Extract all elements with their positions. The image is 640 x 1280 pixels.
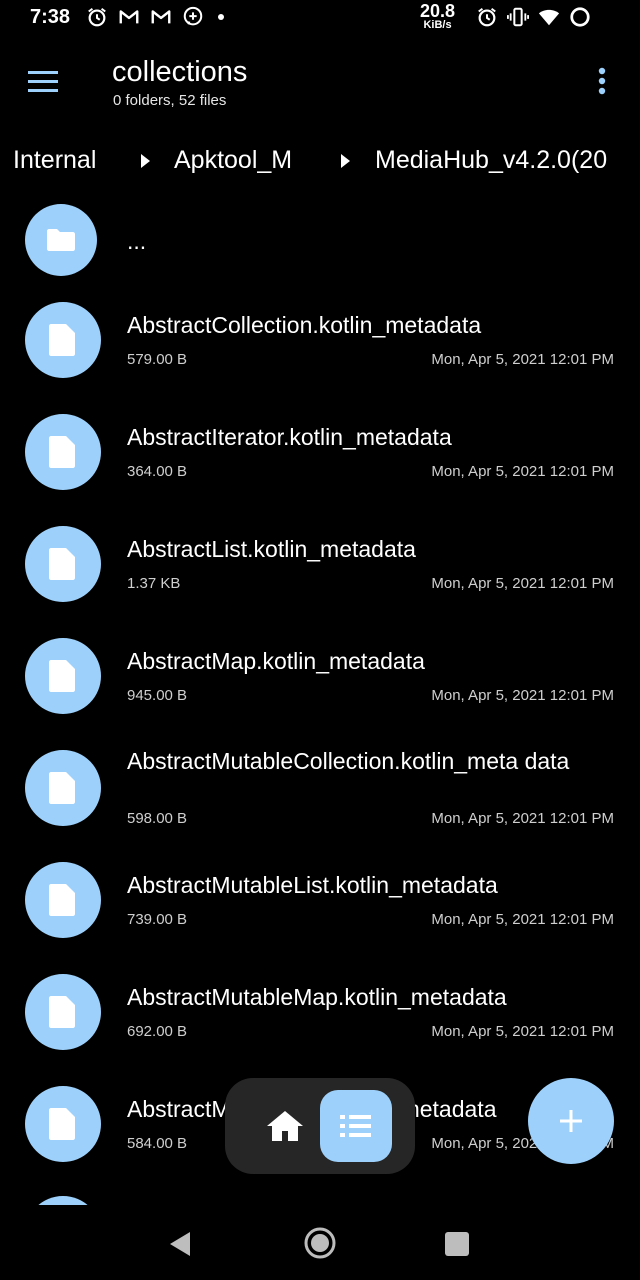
folder-icon (47, 229, 75, 251)
list-item[interactable]: AbstractMap.kotlin_metadata 945.00 B Mon… (0, 636, 640, 736)
bottom-nav-pill (225, 1078, 415, 1174)
breadcrumb-apktool[interactable]: Apktool_M (174, 146, 292, 175)
file-name: AbstractCollection.kotlin_metadata (127, 312, 482, 338)
file-date: Mon, Apr 5, 2021 12:01 PM (431, 1023, 614, 1040)
list-item[interactable]: AbstractMutableMap.kotlin_metadata 692.0… (0, 972, 640, 1072)
status-bar: 7:38 20.8 KiB/s (0, 0, 640, 36)
file-date: Mon, Apr 5, 2021 12:01 PM (431, 575, 614, 592)
parent-folder-label: ... (127, 228, 147, 254)
file-name: AbstractMutableList.kotlin_metadata (127, 872, 498, 898)
file-icon-circle (25, 638, 101, 714)
file-size: 364.00 B (127, 463, 188, 480)
file-icon (49, 1108, 75, 1140)
file-icon (49, 660, 75, 692)
file-size: 692.00 B (127, 1023, 188, 1040)
file-size: 579.00 B (127, 351, 188, 368)
file-date: Mon, Apr 5, 2021 12:01 PM (431, 463, 614, 480)
more-vert-icon[interactable] (588, 62, 616, 102)
vibrate-icon (507, 7, 529, 27)
file-date: Mon, Apr 5, 2021 12:01 PM (431, 687, 614, 704)
system-icons (476, 6, 591, 28)
file-name: AbstractMutableCollection.kotlin_meta da… (127, 748, 570, 774)
messenger-icon (183, 6, 203, 26)
back-icon[interactable] (168, 1231, 192, 1257)
file-icon (49, 436, 75, 468)
chevron-right-icon (141, 154, 150, 168)
file-icon (49, 884, 75, 916)
list-item[interactable]: AbstractList.kotlin_metadata 1.37 KB Mon… (0, 524, 640, 624)
list-item[interactable]: AbstractMutableCollection.kotlin_meta da… (0, 748, 640, 860)
gmail-icon (151, 10, 171, 24)
notification-icons (86, 6, 224, 28)
file-name: AbstractMap.kotlin_metadata (127, 648, 425, 674)
file-name: AbstractMutableMap.kotlin_metadata (127, 984, 507, 1010)
file-icon (49, 996, 75, 1028)
status-time: 7:38 (30, 6, 71, 28)
list-view-button[interactable] (320, 1090, 392, 1162)
file-date: Mon, Apr 5, 2021 12:01 PM (431, 911, 614, 928)
plus-icon (560, 1110, 582, 1132)
file-name: AbstractIterator.kotlin_metadata (127, 424, 452, 450)
menu-icon[interactable] (24, 62, 64, 102)
file-icon-circle (25, 750, 101, 826)
chevron-right-icon (341, 154, 350, 168)
gmail-icon (119, 10, 139, 24)
app-bar: collections 0 folders, 52 files (0, 40, 640, 128)
alarm-icon (478, 7, 496, 27)
list-item[interactable] (0, 1196, 640, 1205)
list-item[interactable]: AbstractCollection.kotlin_metadata 579.0… (0, 300, 640, 400)
file-icon (49, 324, 75, 356)
home-icon[interactable] (265, 1108, 305, 1144)
network-speed: 20.8 KiB/s (420, 2, 455, 31)
folder-icon-circle (25, 204, 97, 276)
alarm-icon (88, 7, 106, 27)
battery-ring-icon (570, 7, 590, 27)
file-size: 598.00 B (127, 810, 188, 827)
breadcrumb: Internal Apktool_M MediaHub_v4.2.0(20 (0, 140, 640, 184)
file-date: Mon, Apr 5, 2021 12:01 PM (431, 810, 614, 827)
file-icon (49, 772, 75, 804)
breadcrumb-mediahub[interactable]: MediaHub_v4.2.0(20 (375, 146, 607, 175)
list-item[interactable]: AbstractIterator.kotlin_metadata 364.00 … (0, 412, 640, 512)
file-size: 739.00 B (127, 911, 188, 928)
home-circle-icon[interactable] (302, 1225, 338, 1261)
more-notifications-dot (218, 14, 224, 20)
file-icon-circle (25, 1196, 101, 1205)
recents-icon[interactable] (445, 1232, 469, 1256)
file-date: Mon, Apr 5, 2021 12:01 PM (431, 351, 614, 368)
file-icon-circle (25, 974, 101, 1050)
breadcrumb-internal[interactable]: Internal (13, 146, 96, 175)
file-size: 1.37 KB (127, 575, 181, 592)
folder-summary: 0 folders, 52 files (113, 92, 227, 109)
file-icon-circle (25, 862, 101, 938)
file-size: 945.00 B (127, 687, 188, 704)
network-speed-value: 20.8 (420, 1, 456, 21)
file-list: ... AbstractCollection.kotlin_metadata 5… (0, 200, 640, 1205)
file-icon-circle (25, 526, 101, 602)
file-name: AbstractList.kotlin_metadata (127, 536, 416, 562)
parent-folder-row[interactable]: ... (0, 200, 640, 288)
wifi-icon (538, 9, 560, 26)
list-item[interactable]: AbstractMutableList.kotlin_metadata 739.… (0, 860, 640, 960)
network-speed-unit: KiB/s (423, 19, 452, 31)
file-size: 584.00 B (127, 1135, 188, 1152)
file-icon-circle (25, 302, 101, 378)
file-icon (49, 548, 75, 580)
file-icon-circle (25, 414, 101, 490)
file-icon-circle (25, 1086, 101, 1162)
system-nav-bar (0, 1205, 640, 1280)
add-button[interactable] (528, 1078, 614, 1164)
page-title: collections (112, 56, 248, 88)
list-icon (340, 1115, 371, 1137)
